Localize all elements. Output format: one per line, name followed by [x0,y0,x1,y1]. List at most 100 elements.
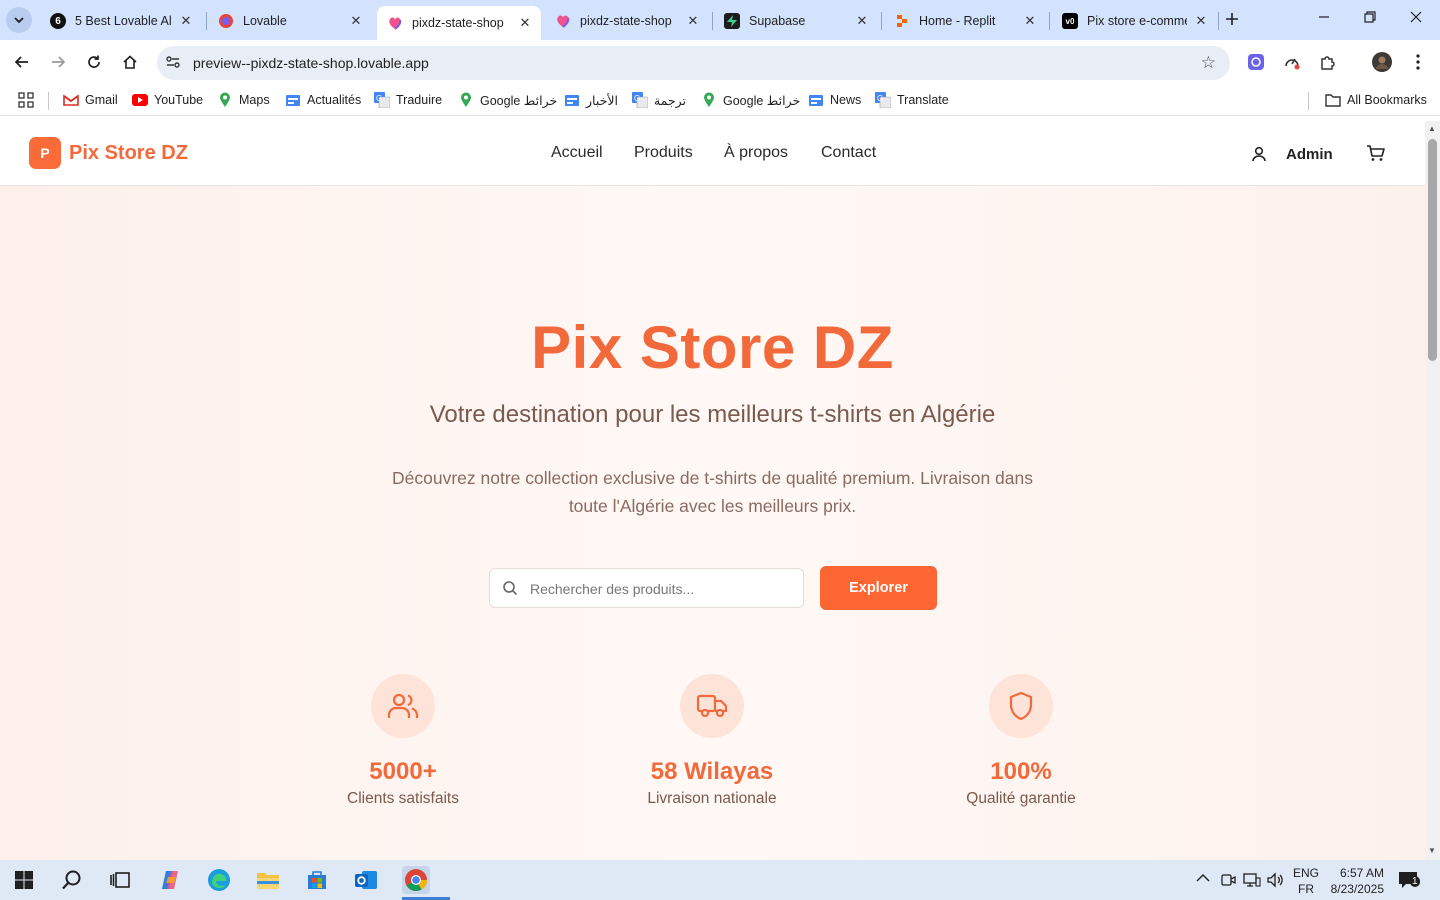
close-tab-icon[interactable]: ✕ [685,13,701,29]
bookmark-news[interactable]: News [808,92,861,108]
bookmark-actualites[interactable]: Actualités [285,92,361,108]
browser-tab-1[interactable]: 6 5 Best Lovable Alte ✕ [40,6,202,36]
profile-avatar[interactable] [1372,52,1392,72]
more-vertical-icon [1416,54,1420,70]
chrome-menu-button[interactable] [1408,52,1428,72]
bookmark-youtube[interactable]: YouTube [132,92,203,108]
site-info-icon[interactable] [165,54,181,75]
back-button[interactable] [12,52,32,72]
outlook-button[interactable] [352,866,380,894]
language-indicator[interactable]: ENG FR [1293,865,1319,897]
extension-1-button[interactable] [1246,52,1266,72]
bookmark-gmail[interactable]: Gmail [63,92,118,108]
product-search-box[interactable] [489,568,804,608]
chevron-up-icon [1196,874,1210,882]
apps-button[interactable] [18,92,34,108]
folder-icon [257,873,279,889]
users-icon [371,674,435,738]
page-scrollbar[interactable]: ▲ ▼ [1425,121,1440,860]
avatar-icon [1372,52,1392,72]
search-icon [62,870,81,890]
minimize-button[interactable] [1318,10,1330,26]
notification-center-button[interactable]: 1 [1398,870,1420,893]
nav-contact[interactable]: Contact [821,144,876,162]
brand-name[interactable]: Pix Store DZ [69,142,188,165]
search-input[interactable] [530,579,790,599]
browser-tab-3-active[interactable]: pixdz-state-shop ✕ [377,6,541,40]
browser-tab-4[interactable]: pixdz-state-shop ✕ [545,6,709,36]
explore-button[interactable]: Explorer [820,566,937,610]
close-tab-icon[interactable]: ✕ [1193,13,1209,29]
logo-mark[interactable]: P [29,137,61,169]
bookmark-translate[interactable]: G Translate [875,92,949,108]
browser-tab-2[interactable]: Lovable ✕ [208,6,372,36]
reload-button[interactable] [84,52,104,72]
chrome-taskbar-button[interactable] [402,866,450,900]
bookmark-label: Google خرائط [480,93,558,108]
close-tab-icon[interactable]: ✕ [1022,13,1038,29]
extension-2-button[interactable] [1282,52,1302,72]
reload-icon [88,55,100,68]
maps-icon [458,92,474,108]
extensions-button[interactable] [1318,52,1338,72]
admin-button[interactable]: Admin [1250,140,1333,168]
nav-accueil[interactable]: Accueil [551,144,603,162]
volume-icon[interactable] [1266,872,1284,891]
close-tab-icon[interactable]: ✕ [178,13,194,29]
apps-grid-icon [18,92,34,108]
show-hidden-icons[interactable] [1196,872,1210,886]
stat-value: 58 Wilayas [650,758,774,785]
lovable-heart-icon [555,13,571,29]
all-bookmarks-button[interactable]: All Bookmarks [1325,92,1427,108]
replit-icon [894,13,910,29]
close-tab-icon[interactable]: ✕ [348,13,364,29]
maps-icon [701,92,717,108]
copilot-button[interactable] [156,866,184,894]
nav-produits[interactable]: Produits [634,144,693,162]
clock[interactable]: 6:57 AM 8/23/2025 [1328,865,1384,897]
bookmark-label: Google خرائط [723,93,801,108]
microsoft-store-button[interactable] [303,866,331,894]
bookmark-translate-ar[interactable]: G ترجمة [632,92,686,108]
bookmark-maps[interactable]: Maps [217,92,270,108]
taskbar-search-button[interactable] [58,866,86,894]
hero-description: Découvrez notre collection exclusive de … [392,468,1033,516]
browser-tab-7[interactable]: v0 Pix store e-comme ✕ [1052,6,1217,36]
bookmark-star-icon[interactable]: ☆ [1201,53,1216,73]
close-window-button[interactable] [1410,10,1422,26]
home-button[interactable] [120,52,140,72]
tab-title: pixdz-state-shop [580,14,672,28]
new-tab-button[interactable] [1225,10,1239,30]
file-explorer-button[interactable] [254,866,282,894]
bookmark-news-ar[interactable]: الأخبار [564,92,618,108]
bookmark-google-maps-ar-2[interactable]: Google خرائط [701,92,800,108]
bookmark-label: Translate [897,93,949,107]
network-icon[interactable] [1243,872,1261,891]
extension-purple-icon [1248,54,1264,70]
nav-a-propos[interactable]: À propos [724,144,788,162]
tab-search-button[interactable] [6,7,32,33]
bookmark-google-maps-ar-1[interactable]: Google خرائط [458,92,557,108]
close-tab-icon[interactable]: ✕ [517,15,533,31]
task-view-button[interactable] [106,866,134,894]
svg-text:G: G [634,94,640,103]
browser-tab-5[interactable]: Supabase ✕ [714,6,878,36]
url-text[interactable]: preview--pixdz-state-shop.lovable.app [193,55,429,71]
edge-button[interactable] [205,866,233,894]
forward-button[interactable] [48,52,68,72]
scroll-down-icon[interactable]: ▼ [1428,846,1436,855]
close-tab-icon[interactable]: ✕ [854,13,870,29]
scrollbar-thumb[interactable] [1428,139,1437,361]
meet-now-icon[interactable] [1220,872,1236,891]
clock-date: 8/23/2025 [1330,882,1384,896]
windows-logo-icon [15,871,33,889]
scroll-up-icon[interactable]: ▲ [1428,124,1436,133]
browser-tab-6[interactable]: Home - Replit ✕ [884,6,1046,36]
news-icon [808,92,824,108]
bookmark-traduire[interactable]: G Traduire [374,92,442,108]
address-bar[interactable]: preview--pixdz-state-shop.lovable.app ☆ [157,46,1230,80]
v0-icon: v0 [1062,13,1078,29]
start-button[interactable] [10,866,38,894]
cart-button[interactable] [1366,144,1386,167]
restore-button[interactable] [1364,10,1376,26]
